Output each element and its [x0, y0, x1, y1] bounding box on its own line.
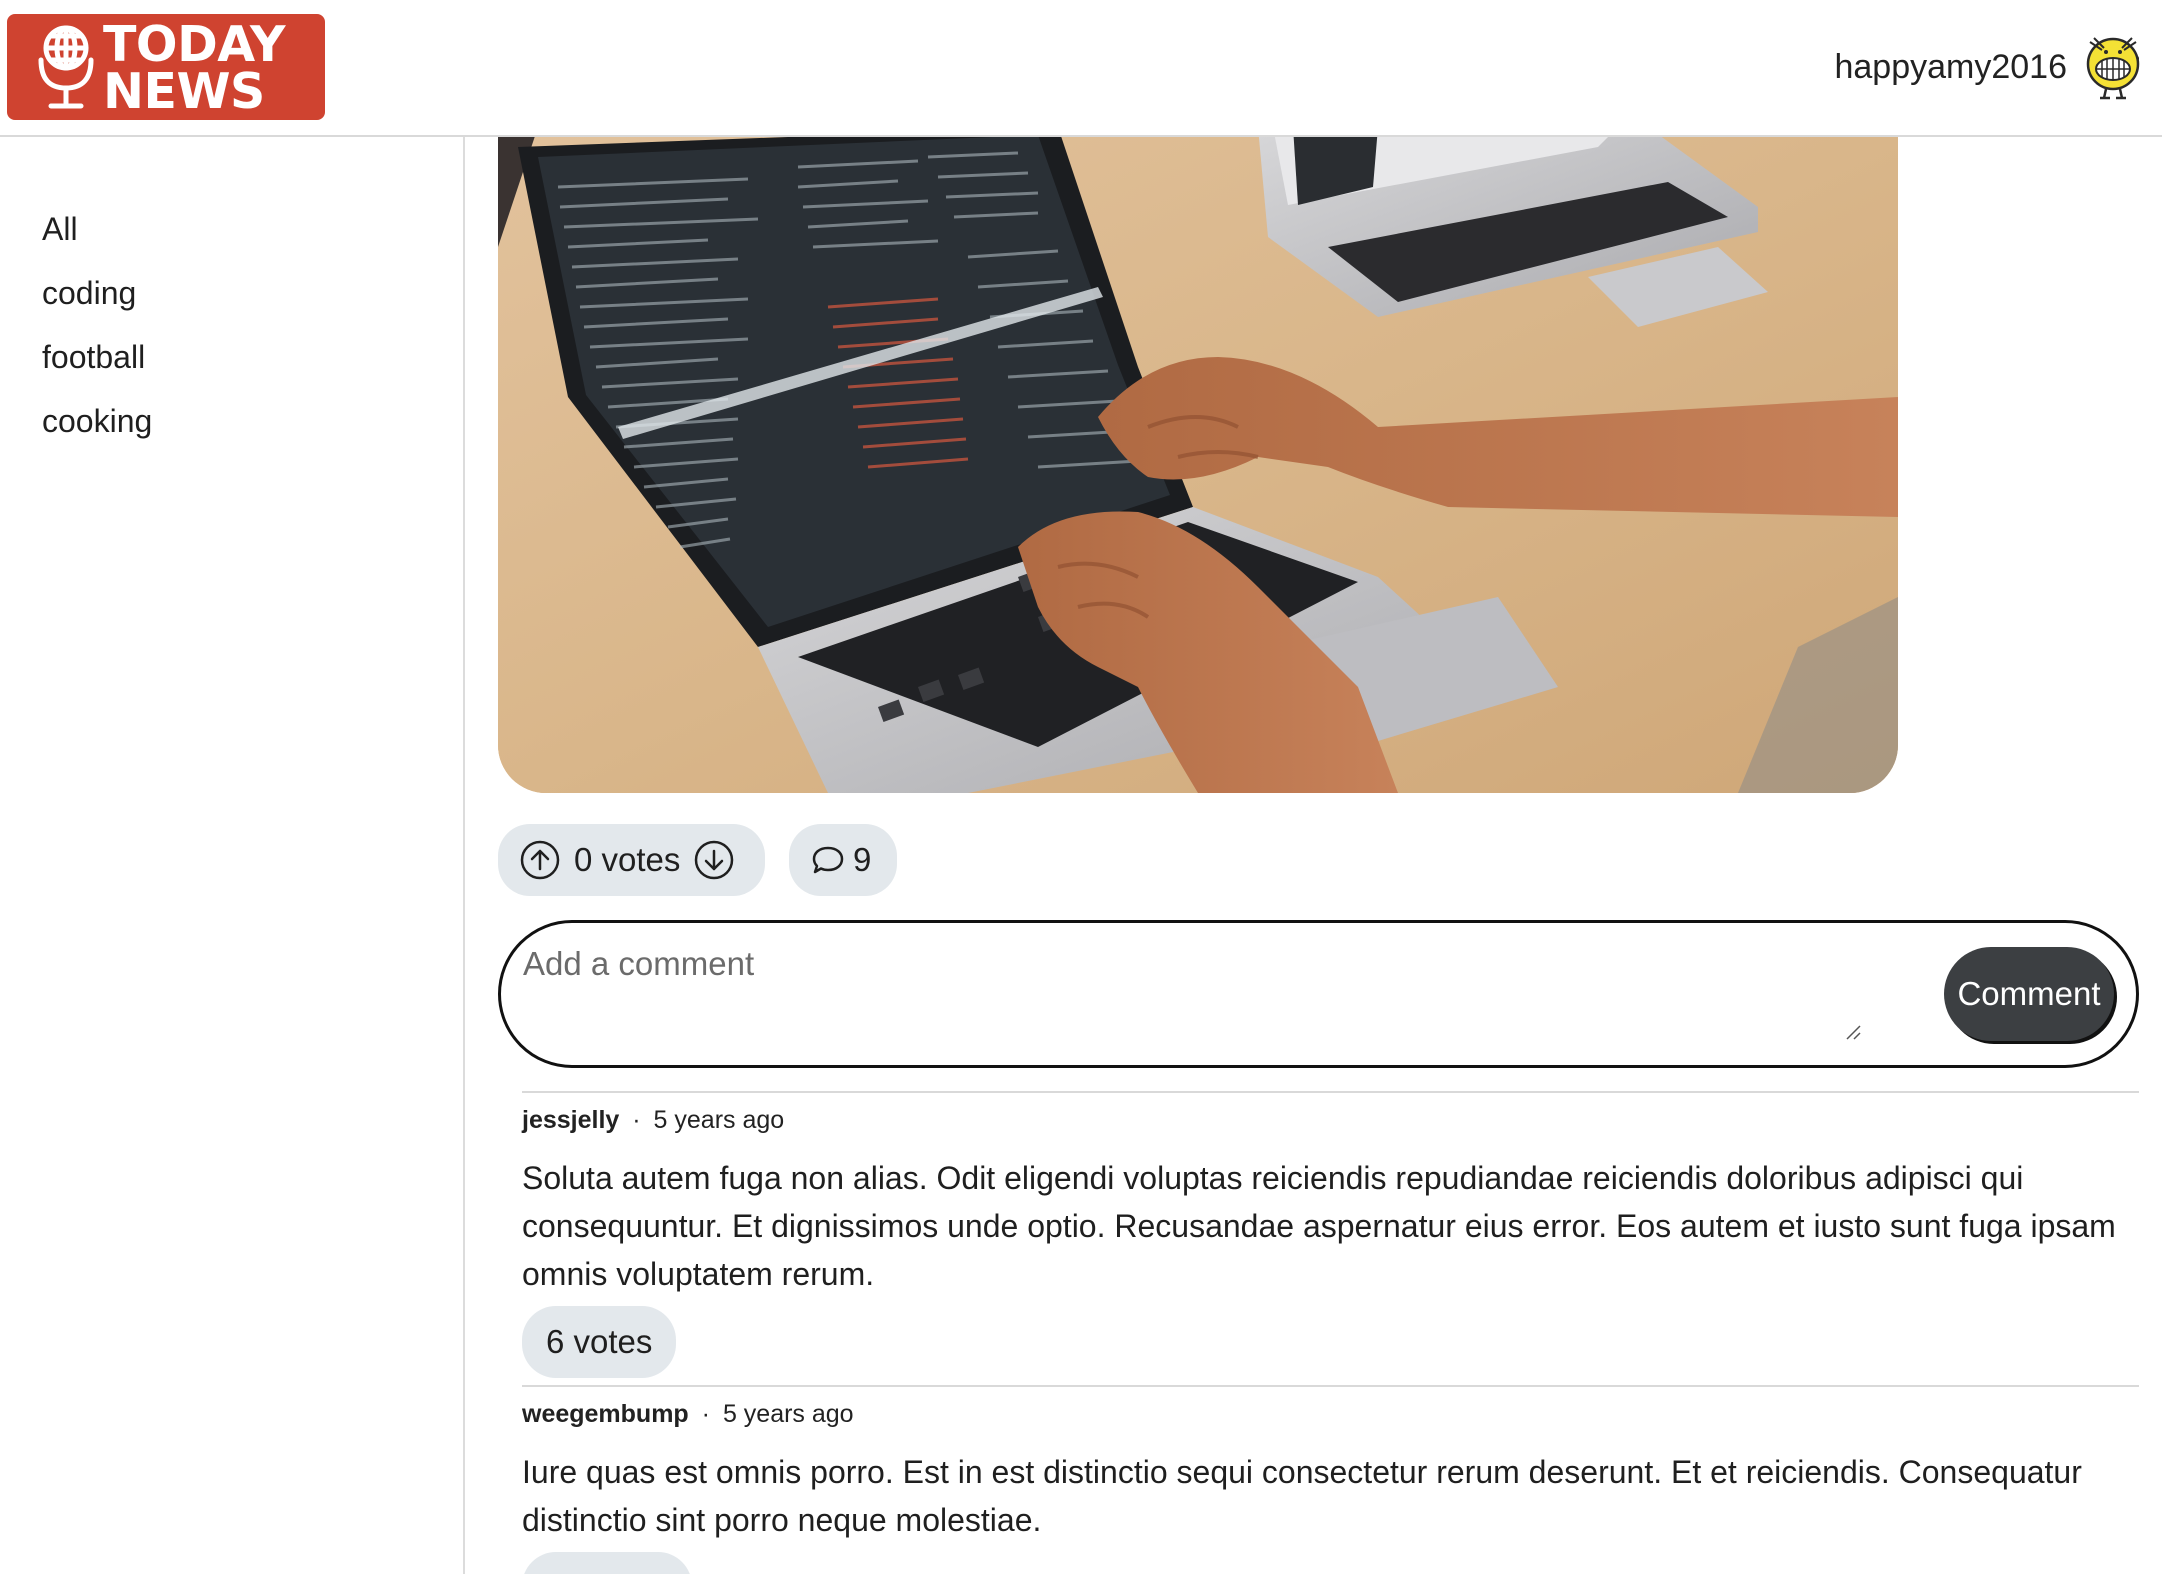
comment-divider	[522, 1385, 2139, 1387]
sidebar-item-cooking[interactable]: cooking	[0, 389, 463, 453]
comment-author[interactable]: jessjelly	[522, 1106, 619, 1134]
submit-comment-button[interactable]: Comment	[1944, 947, 2114, 1041]
logo-line-news: NEWS	[103, 63, 265, 120]
today-news-logo[interactable]: TODAY NEWS	[7, 14, 325, 120]
add-comment-form: Comment	[498, 920, 2139, 1068]
meta-separator: ·	[701, 1400, 710, 1428]
user-avatar[interactable]	[2080, 32, 2146, 100]
post-vote-control: 0 votes	[498, 824, 765, 896]
sidebar-item-all[interactable]: All	[0, 197, 463, 261]
sidebar-item-football[interactable]: football	[0, 325, 463, 389]
post-vote-count: 0 votes	[574, 841, 681, 878]
comment-input[interactable]	[523, 945, 1868, 1040]
comment-vote-count[interactable]	[522, 1552, 692, 1574]
downvote-arrow-icon[interactable]	[694, 840, 734, 880]
top-header: TODAY NEWS happyamy2016	[0, 0, 2162, 137]
resize-handle-icon[interactable]	[1845, 1024, 1861, 1040]
post-image	[498, 137, 1898, 793]
upvote-arrow-icon[interactable]	[520, 840, 560, 880]
comment-timestamp: 5 years ago	[653, 1106, 785, 1134]
comment-count-button[interactable]: 9	[789, 824, 897, 896]
logo-line-today: TODAY	[103, 16, 285, 73]
article-main: 0 votes 9 Comment jessjelly · 5 years ag…	[467, 137, 2162, 1574]
comment-meta: weegembump · 5 years ago	[522, 1400, 854, 1429]
microphone-icon	[38, 25, 94, 109]
comment-count: 9	[853, 841, 872, 878]
comment-text: Iure quas est omnis porro. Est in est di…	[522, 1454, 2082, 1538]
sidebar-item-coding[interactable]: coding	[0, 261, 463, 325]
logo-wordmark: TODAY NEWS	[103, 16, 285, 120]
comment-author[interactable]: weegembump	[522, 1400, 689, 1428]
comment-meta: jessjelly · 5 years ago	[522, 1106, 784, 1135]
comment-vote-count[interactable]: 6 votes	[522, 1306, 677, 1378]
username-label[interactable]: happyamy2016	[1834, 48, 2067, 87]
comment-timestamp: 5 years ago	[722, 1400, 854, 1428]
comment-text: Soluta autem fuga non alias. Odit eligen…	[522, 1160, 2116, 1292]
speech-bubble-icon	[812, 846, 844, 874]
comment-divider	[522, 1091, 2139, 1093]
meta-separator: ·	[632, 1106, 641, 1134]
topic-sidebar: All coding football cooking	[0, 137, 465, 1574]
